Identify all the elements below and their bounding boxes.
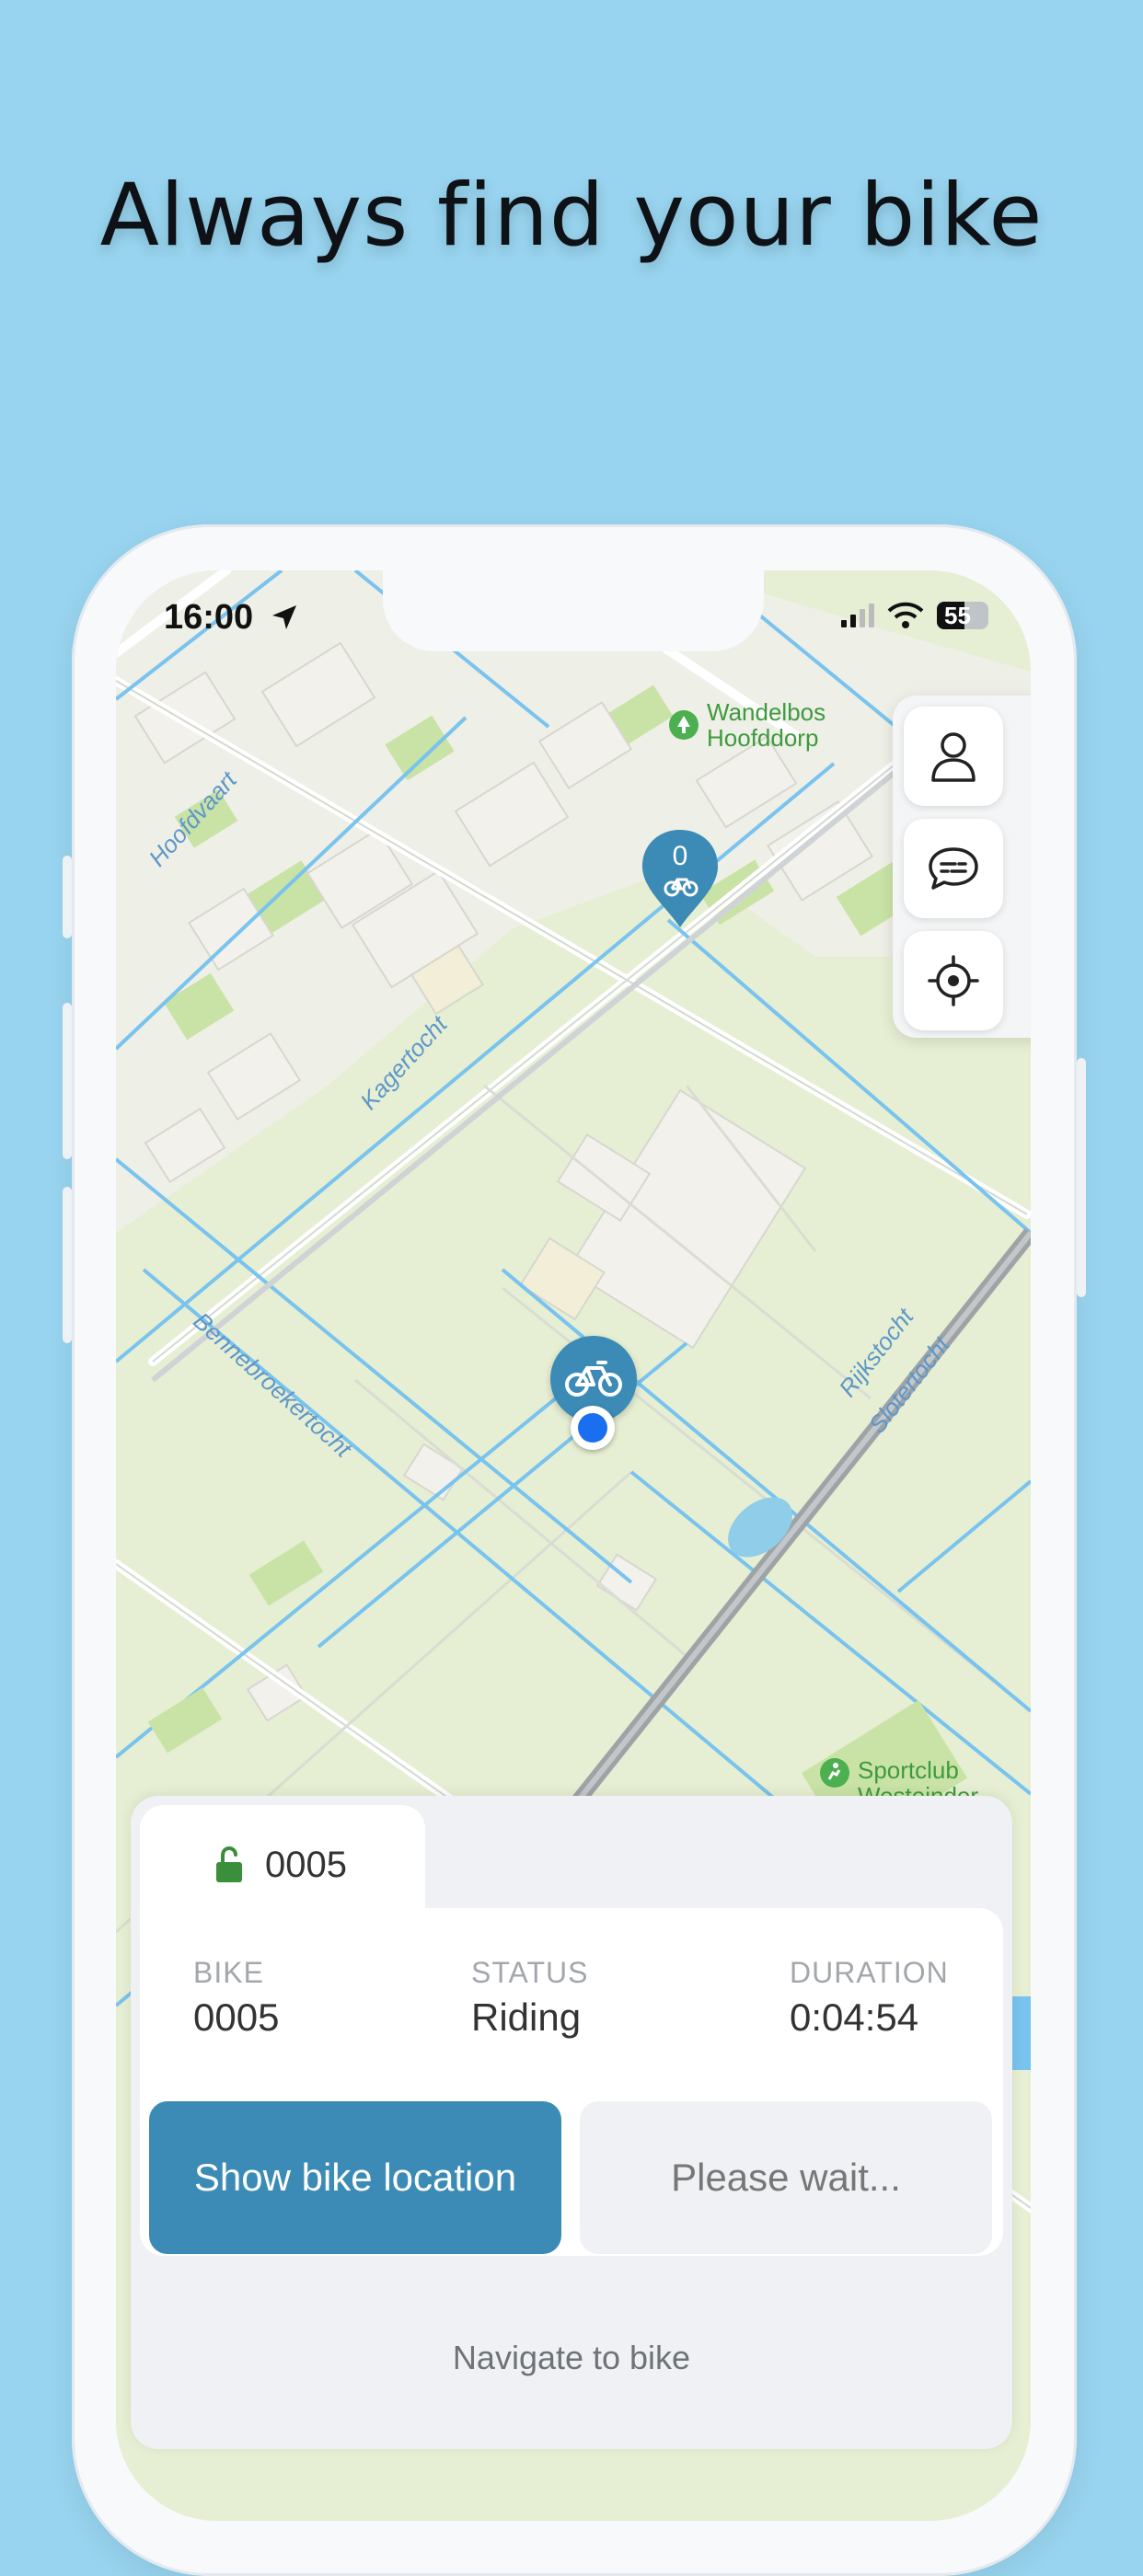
location-arrow-icon [272,605,296,629]
wifi-icon [887,602,924,628]
status-time: 16:00 [164,598,254,637]
duration-key: DURATION [790,1956,949,1989]
bike-cluster-pin[interactable]: 0 [641,828,720,929]
ride-panel: 0005 BIKE 0005 STATUS Riding DURATION 0:… [131,1796,1012,2449]
please-wait-button[interactable]: Please wait... [580,2101,992,2254]
ride-tab[interactable]: 0005 [140,1805,425,1925]
bike-key: BIKE [193,1956,264,1989]
ride-info-card: BIKE 0005 STATUS Riding DURATION 0:04:54… [140,1908,1003,2256]
cluster-count: 0 [672,841,688,871]
duration-value: 0:04:54 [790,1995,919,2039]
status-value: Riding [471,1995,582,2039]
show-bike-location-button[interactable]: Show bike location [149,2101,561,2254]
headline: Always find your bike [99,166,1044,266]
notch [383,570,764,651]
battery-level: 55 [944,601,971,629]
ride-tab-label: 0005 [265,1844,347,1885]
map-controls [893,696,1031,1038]
cellular-signal-icon [841,604,874,627]
poi-wandelbos-label: Wandelbos Hoofddorp [707,698,826,752]
bicycle-icon [565,1361,622,1397]
duration-info: DURATION 0:04:54 [790,1956,949,2040]
app-screen: Hoofdvaart Kagertocht Bennebroekertocht … [116,570,1031,2521]
profile-button[interactable] [904,707,1003,806]
chat-icon [929,847,978,890]
status-key: STATUS [471,1956,589,1989]
status-indicators: 55 [841,602,988,629]
profile-icon [931,732,976,782]
unlocked-lock-icon [216,1846,242,1882]
chat-button[interactable] [904,819,1003,918]
sport-pin-icon [820,1758,849,1788]
locate-button[interactable] [904,931,1003,1030]
user-location-dot [571,1406,615,1450]
status-info: STATUS Riding [471,1956,588,2040]
park-pin-icon [669,710,698,740]
bike-info: BIKE 0005 [193,1956,279,2040]
poi-wandelbos[interactable]: Wandelbos Hoofddorp [668,699,826,751]
battery-icon: 55 [937,602,988,629]
locate-icon [928,955,979,1006]
navigate-to-bike-link[interactable]: Navigate to bike [131,2339,1012,2377]
bike-value: 0005 [193,1995,280,2039]
